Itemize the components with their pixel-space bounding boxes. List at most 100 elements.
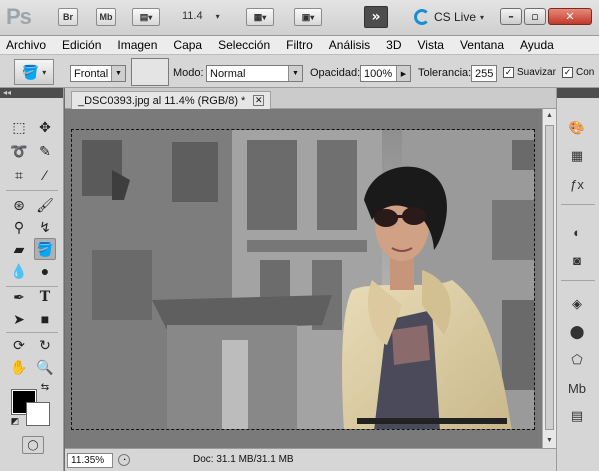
eyedropper-tool-icon[interactable]: ⁄ bbox=[34, 164, 56, 186]
3d-orbit-tool-icon[interactable]: ↻ bbox=[34, 334, 56, 356]
tolerance-value: 255 bbox=[475, 67, 494, 80]
default-colors-icon[interactable]: ◩ bbox=[8, 415, 22, 427]
screen-mode-icon: ▣ bbox=[301, 11, 311, 22]
restore-button[interactable]: ▫ bbox=[524, 8, 546, 25]
view-extras-button[interactable]: ▤ ▾ bbox=[132, 8, 160, 26]
mode-value: Normal bbox=[210, 67, 246, 80]
canvas-area[interactable] bbox=[65, 109, 542, 448]
antialias-label: Suavizar bbox=[517, 67, 556, 78]
masks-panel-icon[interactable]: ◙ bbox=[566, 250, 588, 270]
antialias-checkbox[interactable]: ✓ bbox=[503, 67, 514, 78]
history-brush-tool-icon[interactable]: ↯ bbox=[34, 216, 56, 238]
zoom-level-select[interactable]: 11.4 ▾ bbox=[182, 10, 220, 22]
spot-healing-brush-tool-icon[interactable]: ⊛ bbox=[8, 194, 30, 216]
document-tab-title: _DSC0393.jpg al 11.4% (RGB/8) * bbox=[78, 94, 246, 107]
panel-collapse-arrows-icon[interactable]: ◂◂ bbox=[0, 88, 63, 98]
scroll-down-icon[interactable]: ▼ bbox=[545, 436, 554, 446]
scrollbar-thumb[interactable] bbox=[545, 125, 554, 430]
photo-image bbox=[72, 130, 534, 429]
bridge-button[interactable]: Br bbox=[58, 8, 78, 26]
menu-ayuda[interactable]: Ayuda bbox=[520, 38, 554, 52]
styles-panel-icon[interactable]: ƒx bbox=[566, 174, 588, 194]
chevron-down-icon: ▾ bbox=[148, 12, 153, 22]
menu-vista[interactable]: Vista bbox=[418, 38, 444, 52]
zoom-level-value: 11.4 bbox=[182, 10, 203, 22]
status-zoom-field[interactable]: 11.35% bbox=[67, 453, 113, 468]
move-tool-icon[interactable]: ✥ bbox=[34, 116, 56, 138]
chevron-down-icon: ▾ bbox=[262, 12, 267, 22]
tool-preset-picker[interactable]: 🪣 ▾ bbox=[14, 59, 54, 85]
arrange-documents-button[interactable]: ▦ ▾ bbox=[246, 8, 274, 26]
rectangular-marquee-tool-icon[interactable]: ⬚ bbox=[8, 116, 30, 138]
zoom-tool-icon[interactable]: 🔍 bbox=[34, 356, 56, 378]
swap-colors-icon[interactable]: ⇆ bbox=[38, 381, 52, 393]
menu-filtro[interactable]: Filtro bbox=[286, 38, 313, 52]
3d-rotate-tool-icon[interactable]: ⟳ bbox=[8, 334, 30, 356]
close-document-icon[interactable]: ✕ bbox=[253, 95, 265, 106]
blur-tool-icon[interactable]: 💧 bbox=[8, 260, 30, 282]
background-color-swatch[interactable] bbox=[26, 402, 50, 426]
crop-tool-icon[interactable]: ⌗ bbox=[8, 164, 30, 186]
document-tab-bar: _DSC0393.jpg al 11.4% (RGB/8) * ✕ bbox=[65, 88, 556, 109]
eraser-tool-icon[interactable]: ▰ bbox=[8, 238, 30, 260]
menu-seleccion[interactable]: Selección bbox=[218, 38, 270, 52]
panel-dock: 🎨 ▦ ƒx ◐ ◙ ◈ ⬤ ⬠ Mb ▤ bbox=[556, 88, 599, 471]
status-info-icon[interactable]: ◔ bbox=[118, 454, 130, 466]
vertical-scrollbar[interactable]: ▲ ▼ bbox=[542, 109, 556, 448]
checkmark-icon: ✓ bbox=[504, 67, 513, 77]
minimize-button[interactable]: – bbox=[500, 8, 522, 25]
channels-panel-icon[interactable]: ⬤ bbox=[566, 322, 588, 342]
hand-tool-icon[interactable]: ✋ bbox=[8, 356, 30, 378]
swatches-panel-icon[interactable]: ▦ bbox=[566, 146, 588, 166]
mode-select[interactable]: Normal ▼ bbox=[206, 65, 303, 82]
paths-panel-icon[interactable]: ⬠ bbox=[566, 350, 588, 370]
close-button[interactable]: ✕ bbox=[548, 8, 592, 25]
pattern-picker[interactable] bbox=[131, 58, 169, 86]
menu-capa[interactable]: Capa bbox=[173, 38, 202, 52]
menu-ventana[interactable]: Ventana bbox=[460, 38, 504, 52]
path-selection-tool-icon[interactable]: ➤ bbox=[8, 308, 30, 330]
photo-canvas[interactable] bbox=[71, 129, 535, 430]
contiguous-label: Con bbox=[576, 67, 595, 78]
clone-stamp-tool-icon[interactable]: ⚲ bbox=[8, 216, 30, 238]
menu-edicion[interactable]: Edición bbox=[62, 38, 101, 52]
dock-divider bbox=[561, 204, 595, 205]
checkmark-icon: ✓ bbox=[563, 67, 572, 77]
tolerance-field[interactable]: 255 bbox=[471, 65, 497, 82]
tolerance-label: Tolerancia: bbox=[418, 67, 472, 79]
workspace-switcher-button[interactable]: » bbox=[364, 6, 388, 28]
brush-tool-icon[interactable]: 🖌 bbox=[34, 194, 56, 216]
menu-3d[interactable]: 3D bbox=[386, 38, 401, 52]
paint-bucket-tool-icon[interactable]: 🪣 bbox=[34, 238, 56, 260]
options-bar: 🪣 ▾ Frontal ▼ Modo: Normal ▼ Opacidad: 1… bbox=[0, 55, 599, 88]
menu-imagen[interactable]: Imagen bbox=[117, 38, 157, 52]
mini-bridge-panel-icon[interactable]: Mb bbox=[566, 378, 588, 398]
dodge-tool-icon[interactable]: ● bbox=[34, 260, 56, 282]
photoshop-logo: Ps bbox=[6, 4, 32, 29]
dock-collapse-bar[interactable] bbox=[557, 88, 599, 98]
quick-selection-tool-icon[interactable]: ✎ bbox=[34, 140, 56, 162]
fill-source-select[interactable]: Frontal ▼ bbox=[70, 65, 126, 82]
cs-live-menu[interactable]: CS Live ▾ bbox=[414, 9, 484, 25]
document-tab[interactable]: _DSC0393.jpg al 11.4% (RGB/8) * ✕ bbox=[71, 91, 272, 109]
rectangle-tool-icon[interactable]: ■ bbox=[34, 308, 56, 330]
history-panel-icon[interactable]: ▤ bbox=[566, 406, 588, 426]
menu-archivo[interactable]: Archivo bbox=[6, 38, 46, 52]
layers-panel-icon[interactable]: ◈ bbox=[566, 294, 588, 314]
adjustments-panel-icon[interactable]: ◐ bbox=[566, 222, 588, 242]
chevron-down-icon: ▼ bbox=[288, 66, 302, 81]
contiguous-checkbox[interactable]: ✓ bbox=[562, 67, 573, 78]
screen-mode-button[interactable]: ▣ ▾ bbox=[294, 8, 322, 26]
type-tool-icon[interactable]: T bbox=[34, 286, 56, 308]
mini-bridge-button[interactable]: Mb bbox=[96, 8, 116, 26]
close-icon: ✕ bbox=[565, 10, 575, 23]
quick-mask-icon[interactable]: ◯ bbox=[22, 436, 44, 454]
document-size-info[interactable]: Doc: 31.1 MB/31.1 MB bbox=[193, 454, 294, 465]
opacity-field[interactable]: 100% ▶ bbox=[360, 65, 411, 82]
lasso-tool-icon[interactable]: ➰ bbox=[8, 140, 30, 162]
color-panel-icon[interactable]: 🎨 bbox=[566, 118, 588, 138]
menu-analisis[interactable]: Análisis bbox=[329, 38, 370, 52]
scroll-up-icon[interactable]: ▲ bbox=[545, 111, 554, 121]
toolbar-divider bbox=[6, 190, 58, 191]
pen-tool-icon[interactable]: ✒ bbox=[8, 286, 30, 308]
